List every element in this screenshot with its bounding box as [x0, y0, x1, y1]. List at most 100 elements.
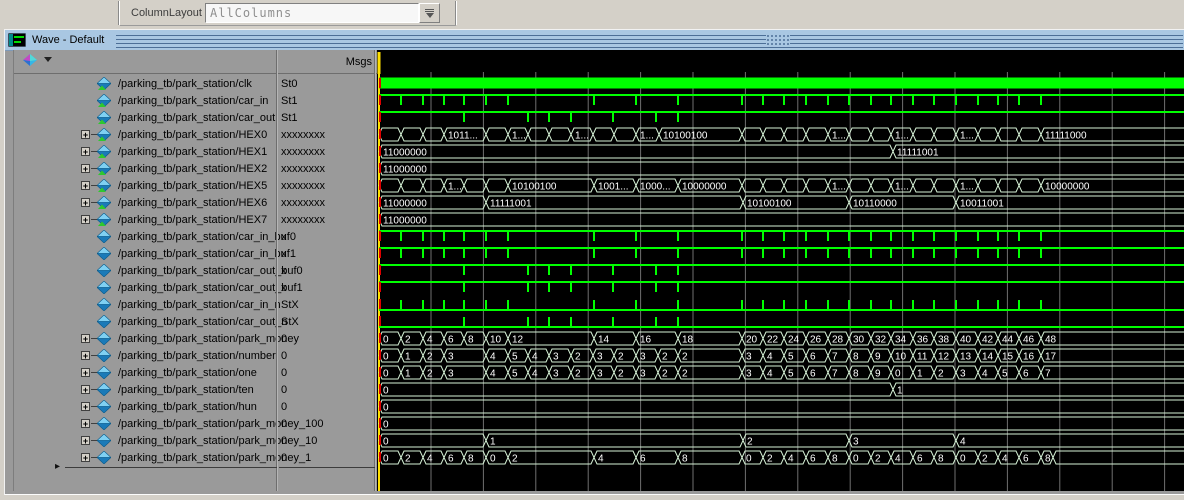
svg-text:24: 24 — [788, 335, 800, 346]
signal-icon — [96, 348, 112, 363]
signal-row-hun[interactable]: + /parking_tb/park_station/hun 0 — [14, 398, 374, 415]
signal-value: StX — [281, 299, 299, 311]
signal-name: /parking_tb/park_station/park_money_10 — [118, 435, 318, 447]
svg-text:2: 2 — [682, 352, 688, 363]
svg-text:5: 5 — [788, 352, 794, 363]
svg-text:3: 3 — [448, 352, 454, 363]
signal-row-HEX2[interactable]: + /parking_tb/park_station/HEX2 xxxxxxxx — [14, 160, 374, 177]
svg-text:14: 14 — [598, 335, 610, 346]
svg-text:10000000: 10000000 — [1045, 182, 1090, 193]
signal-row-park_money_10[interactable]: + /parking_tb/park_station/park_money_10 0 — [14, 432, 374, 449]
svg-text:1...: 1... — [575, 131, 589, 142]
combobox-dropdown-button[interactable] — [419, 3, 440, 23]
svg-text:2: 2 — [938, 369, 944, 380]
svg-text:2: 2 — [662, 352, 668, 363]
expand-button[interactable]: + — [81, 147, 90, 157]
signal-name: /parking_tb/park_station/park_money — [118, 333, 299, 345]
signal-icon — [96, 348, 112, 363]
names-values-splitter[interactable] — [276, 50, 278, 491]
svg-text:1001...: 1001... — [598, 182, 629, 193]
signal-icon — [96, 399, 112, 414]
header-dropdown-arrow-icon[interactable] — [44, 57, 52, 62]
signal-row-car_out_n[interactable]: /parking_tb/park_station/car_out_n StX — [14, 313, 374, 330]
titlebar-grip-handle[interactable] — [766, 34, 790, 47]
expand-button[interactable]: + — [81, 402, 90, 412]
signal-icon — [96, 246, 112, 261]
svg-text:16: 16 — [640, 335, 652, 346]
signal-row-car_in_buf0[interactable]: /parking_tb/park_station/car_in_buf0 x — [14, 228, 374, 245]
svg-text:38: 38 — [938, 335, 950, 346]
signal-icon — [96, 314, 112, 329]
expand-button[interactable]: + — [81, 436, 90, 446]
signal-row-HEX1[interactable]: + /parking_tb/park_station/HEX1 xxxxxxxx — [14, 143, 374, 160]
expand-button[interactable]: + — [81, 215, 90, 225]
signal-value: x — [281, 248, 287, 260]
signal-filter-icon[interactable] — [22, 54, 38, 68]
signal-row-park_money[interactable]: + /parking_tb/park_station/park_money 0 — [14, 330, 374, 347]
port-icon — [96, 127, 112, 142]
expand-button[interactable]: + — [81, 334, 90, 344]
port-icon — [96, 93, 112, 108]
signal-row-car_in_buf1[interactable]: /parking_tb/park_station/car_in_buf1 x — [14, 245, 374, 262]
signal-row-car_in_n[interactable]: /parking_tb/park_station/car_in_n StX — [14, 296, 374, 313]
signal-row-ten[interactable]: + /parking_tb/park_station/ten 0 — [14, 381, 374, 398]
svg-text:0: 0 — [383, 352, 389, 363]
svg-text:1...: 1... — [832, 182, 846, 193]
svg-text:2: 2 — [618, 352, 624, 363]
svg-text:2: 2 — [982, 454, 988, 465]
signal-icon — [96, 450, 112, 465]
expand-button[interactable]: + — [81, 130, 90, 140]
signal-row-HEX6[interactable]: + /parking_tb/park_station/HEX6 xxxxxxxx — [14, 194, 374, 211]
svg-text:6: 6 — [448, 335, 454, 346]
signal-row-one[interactable]: + /parking_tb/park_station/one 0 — [14, 364, 374, 381]
svg-text:3: 3 — [553, 352, 559, 363]
signal-name: /parking_tb/park_station/car_out_buf1 — [118, 282, 303, 294]
signal-value: xxxxxxxx — [281, 214, 325, 226]
waveform-canvas[interactable]: 1011... 1... 1... 1... 10100100 1... 1... 1... 1… — [377, 50, 1184, 491]
svg-text:8: 8 — [853, 369, 859, 380]
signal-value: x — [281, 231, 287, 243]
svg-text:13: 13 — [960, 352, 972, 363]
signal-name: /parking_tb/park_station/car_out — [118, 112, 276, 124]
signal-row-number[interactable]: + /parking_tb/park_station/number 0 — [14, 347, 374, 364]
svg-text:1...: 1... — [448, 182, 462, 193]
expand-button[interactable]: + — [81, 419, 90, 429]
window-title: Wave - Default — [32, 34, 105, 46]
signal-row-clk[interactable]: /parking_tb/park_station/clk St0 — [14, 75, 374, 92]
svg-text:0: 0 — [383, 454, 389, 465]
signal-row-HEX0[interactable]: + /parking_tb/park_station/HEX0 xxxxxxxx — [14, 126, 374, 143]
signal-row-car_out_buf0[interactable]: /parking_tb/park_station/car_out_buf0 x — [14, 262, 374, 279]
signal-row-car_out[interactable]: /parking_tb/park_station/car_out St1 — [14, 109, 374, 126]
signal-row-HEX5[interactable]: + /parking_tb/park_station/HEX5 xxxxxxxx — [14, 177, 374, 194]
signal-icon — [96, 450, 112, 465]
toolbar: ColumnLayout AllColumns — [0, 0, 1184, 29]
svg-text:8: 8 — [938, 454, 944, 465]
wave-titlebar[interactable]: Wave - Default — [5, 30, 1184, 51]
expand-button[interactable]: + — [81, 385, 90, 395]
expand-button[interactable]: + — [81, 164, 90, 174]
svg-text:4: 4 — [598, 454, 604, 465]
signal-row-park_money_100[interactable]: + /parking_tb/park_station/park_money_100… — [14, 415, 374, 432]
expand-button[interactable]: + — [81, 368, 90, 378]
signal-name: /parking_tb/park_station/car_in_n — [118, 299, 281, 311]
svg-text:2: 2 — [427, 369, 433, 380]
column-layout-combobox[interactable]: AllColumns — [205, 3, 419, 23]
signal-value: 0 — [281, 401, 288, 413]
expand-button[interactable]: + — [81, 453, 90, 463]
svg-text:3: 3 — [553, 369, 559, 380]
signal-icon — [96, 331, 112, 346]
signal-row-car_out_buf1[interactable]: /parking_tb/park_station/car_out_buf1 x — [14, 279, 374, 296]
svg-text:2: 2 — [575, 352, 581, 363]
values-wave-splitter[interactable] — [374, 50, 376, 491]
expand-button[interactable]: + — [81, 181, 90, 191]
expand-button[interactable]: + — [81, 198, 90, 208]
signal-row-park_money_1[interactable]: +/parking_tb/park_station/park_money_1 0 — [14, 449, 374, 466]
toolbar-separator — [455, 1, 457, 25]
svg-text:6: 6 — [810, 454, 816, 465]
signal-name: /parking_tb/park_station/number — [118, 350, 276, 362]
expand-button[interactable]: + — [81, 351, 90, 361]
signal-row-car_in[interactable]: /parking_tb/park_station/car_in St1 — [14, 92, 374, 109]
cursor-handle[interactable] — [377, 52, 381, 74]
signal-row-HEX7[interactable]: + /parking_tb/park_station/HEX7 xxxxxxxx — [14, 211, 374, 228]
svg-text:11000000: 11000000 — [383, 165, 427, 176]
